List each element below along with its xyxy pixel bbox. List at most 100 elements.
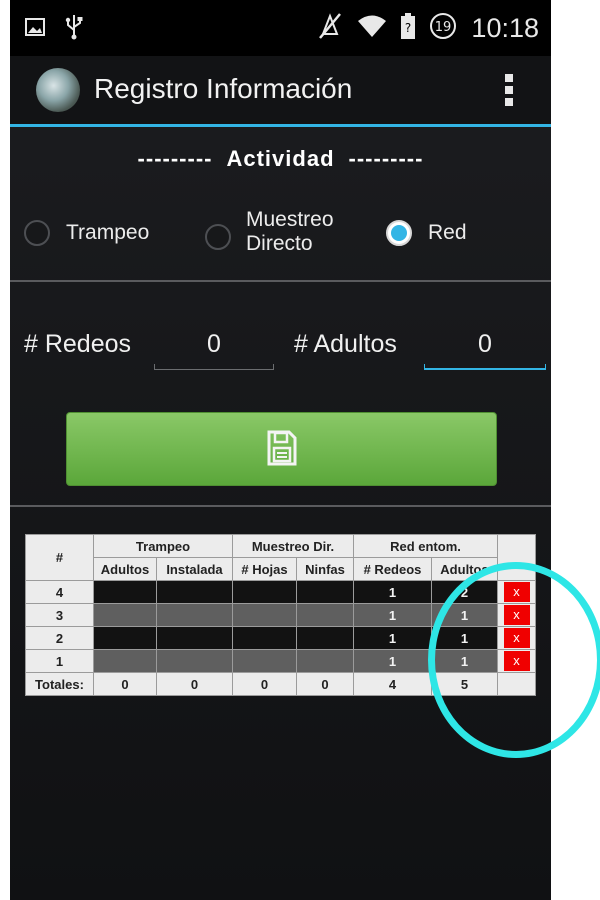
redeos-value: 0 [207, 330, 221, 358]
totals-row: Totales: 0 0 0 0 4 5 [25, 672, 536, 696]
total-value: 0 [156, 672, 233, 696]
table-cell [93, 626, 157, 650]
adultos-field[interactable]: 0 [424, 330, 546, 370]
radio-unchecked-icon [205, 224, 231, 250]
radio-label: Red [428, 221, 467, 244]
delete-cell: x [497, 603, 536, 627]
activity-radio-group: Trampeo Muestreo Directo Red [10, 204, 551, 264]
header-delete [497, 534, 536, 581]
redeos-label: # Redeos [24, 330, 132, 358]
save-icon [267, 430, 297, 466]
total-value: 0 [232, 672, 297, 696]
table-cell [156, 649, 233, 673]
table-cell: 2 [431, 580, 498, 604]
app-logo-icon[interactable] [36, 68, 80, 112]
row-number: 4 [25, 580, 94, 604]
table-row: 2 1 1 x [25, 626, 536, 650]
table-cell [296, 649, 354, 673]
table-cell: 1 [353, 580, 432, 604]
table-row: 4 1 2 x [25, 580, 536, 604]
row-number: 3 [25, 603, 94, 627]
totals-label: Totales: [25, 672, 94, 696]
radio-red[interactable]: Red [386, 220, 467, 246]
total-value: 0 [296, 672, 354, 696]
table-cell: 1 [431, 649, 498, 673]
table-cell [232, 603, 297, 627]
header-muestreo: Muestreo Dir. [232, 534, 354, 558]
records-table: # Trampeo Muestreo Dir. Red entom. Adult… [25, 534, 536, 696]
header-red: Red entom. [353, 534, 498, 558]
table-cell: 1 [353, 649, 432, 673]
svg-text:?: ? [405, 21, 411, 35]
activity-title: Actividad [226, 146, 335, 171]
divider [10, 505, 551, 507]
row-number: 2 [25, 626, 94, 650]
subheader: Adultos [93, 557, 157, 581]
table-cell: 1 [431, 626, 498, 650]
delete-row-button[interactable]: x [503, 582, 530, 602]
table-cell [93, 649, 157, 673]
table-cell: 1 [431, 603, 498, 627]
subheader: # Hojas [232, 557, 297, 581]
radio-checked-icon [386, 220, 412, 246]
adultos-value: 0 [478, 330, 492, 358]
svg-text:19: 19 [435, 20, 452, 35]
radio-unchecked-icon [24, 220, 50, 246]
dashes-right: --------- [348, 146, 424, 171]
delete-cell: x [497, 649, 536, 673]
table-row: 1 1 1 x [25, 649, 536, 673]
table-cell [232, 626, 297, 650]
radio-label: Trampeo [66, 221, 150, 244]
table-cell: 1 [353, 603, 432, 627]
subheader: Instalada [156, 557, 233, 581]
table-cell [296, 626, 354, 650]
table-cell [93, 603, 157, 627]
redeos-field[interactable]: 0 [154, 330, 274, 370]
wifi-icon [357, 14, 387, 43]
table-row: 3 1 1 x [25, 603, 536, 627]
dashes-left: --------- [137, 146, 213, 171]
table-cell [156, 603, 233, 627]
table-cell [93, 580, 157, 604]
battery-icon: ? [401, 13, 416, 44]
table-cell [296, 603, 354, 627]
delete-row-button[interactable]: x [503, 628, 530, 648]
usb-icon [64, 14, 84, 45]
activity-heading: --------- Actividad --------- [10, 146, 551, 172]
radio-trampeo[interactable]: Trampeo [24, 220, 149, 246]
page-title: Registro Información [94, 73, 353, 104]
counts-row: # Redeos 0 # Adultos 0 [10, 330, 551, 370]
table-cell [296, 580, 354, 604]
delete-cell: x [497, 626, 536, 650]
table-cell: 1 [353, 626, 432, 650]
picture-icon [24, 16, 46, 43]
divider [10, 280, 551, 282]
radio-label-line1: Muestreo [246, 208, 334, 231]
row-number: 1 [25, 649, 94, 673]
total-value: 0 [93, 672, 157, 696]
save-button[interactable] [66, 412, 497, 486]
table-cell [232, 580, 297, 604]
header-trampeo: Trampeo [93, 534, 233, 558]
table-cell [156, 580, 233, 604]
status-bar: ? 19 10:18 [10, 0, 551, 56]
overflow-menu-icon[interactable] [505, 74, 515, 108]
subheader: Ninfas [296, 557, 354, 581]
table-cell [232, 649, 297, 673]
header-num: # [25, 534, 94, 581]
subheader: Adultos [431, 557, 498, 581]
adultos-label: # Adultos [294, 330, 397, 358]
action-bar: Registro Información [10, 56, 551, 127]
clock: 10:18 [471, 13, 539, 43]
totals-empty [497, 672, 536, 696]
radio-muestreo-directo[interactable]: Muestreo Directo [205, 208, 334, 256]
delete-cell: x [497, 580, 536, 604]
phone-screen: ? 19 10:18 Registro Información --------… [10, 0, 551, 900]
subheader: # Redeos [353, 557, 432, 581]
radio-label: Muestreo Directo [246, 208, 334, 256]
delete-row-button[interactable]: x [503, 651, 530, 671]
table-cell [156, 626, 233, 650]
notification-badge-icon: 19 [429, 12, 457, 45]
radio-label-line2: Directo [246, 232, 313, 255]
delete-row-button[interactable]: x [503, 605, 530, 625]
